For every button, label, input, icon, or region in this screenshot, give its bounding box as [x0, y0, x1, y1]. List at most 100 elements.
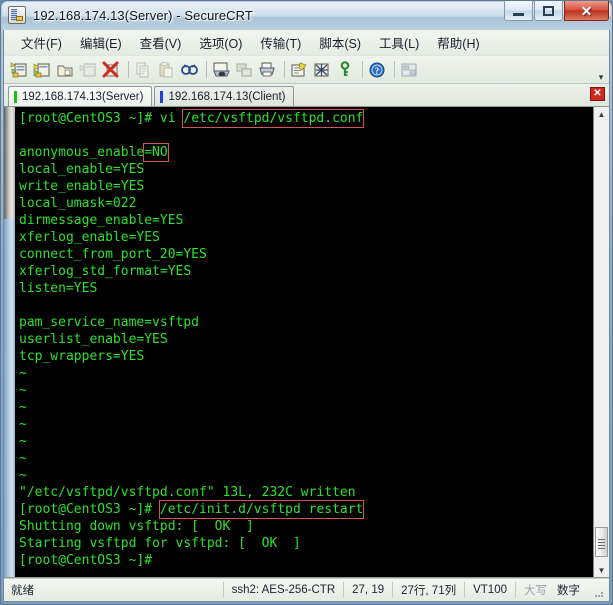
menu-options[interactable]: 选项(O)	[190, 30, 251, 55]
toolbar-separator	[128, 61, 129, 78]
menu-edit[interactable]: 编辑(E)	[71, 30, 131, 55]
terminal-text: ~	[19, 417, 27, 432]
terminal-text: [root@CentOS3 ~]#	[19, 502, 160, 517]
terminal-line: "/etc/vsftpd/vsftpd.conf" 13L, 232C writ…	[19, 484, 593, 501]
scroll-up-arrow-icon[interactable]: ▲	[594, 107, 609, 121]
tab-client[interactable]: 192.168.174.13(Client)	[154, 86, 295, 106]
connect-sftp-icon[interactable]	[32, 59, 53, 80]
find-icon[interactable]	[179, 59, 200, 80]
terminal-text: [root@CentOS3 ~]#	[19, 553, 153, 568]
terminal-line: local_umask=022	[19, 195, 593, 212]
terminal-line: ~	[19, 433, 593, 450]
terminal-text: xferlog_enable=YES	[19, 230, 160, 245]
status-ready: 就绪	[11, 585, 34, 597]
svg-text:?: ?	[375, 66, 380, 76]
title-bar[interactable]: 192.168.174.13(Server) - SecureCRT ✕	[0, 0, 613, 30]
status-num-lock: 数字	[557, 585, 580, 597]
menu-file[interactable]: 文件(F)	[12, 30, 71, 55]
terminal-text: [root@CentOS3 ~]# vi	[19, 111, 184, 126]
terminal-scrollbar-right[interactable]: ▲ ▼	[593, 107, 609, 577]
session-options-icon[interactable]	[289, 59, 310, 80]
terminal-line: ~	[19, 365, 593, 382]
disconnect-icon[interactable]	[101, 59, 122, 80]
terminal-line: [root@CentOS3 ~]#	[19, 552, 593, 569]
client-area: 文件(F) 编辑(E) 查看(V) 选项(O) 传输(T) 脚本(S) 工具(L…	[3, 30, 610, 602]
terminal-area: [root@CentOS3 ~]# vi /etc/vsftpd/vsftpd.…	[4, 107, 609, 578]
terminal-line: [root@CentOS3 ~]# /etc/init.d/vsftpd res…	[19, 500, 593, 519]
menu-transfer[interactable]: 传输(T)	[251, 30, 310, 55]
terminal-line: Starting vsftpd for vsftpd: [ OK ]	[19, 535, 593, 552]
terminal-text: ~	[19, 451, 27, 466]
tile-windows-icon[interactable]	[399, 59, 420, 80]
print-screen-icon[interactable]	[211, 59, 232, 80]
scrollbar-thumb[interactable]	[4, 107, 15, 219]
terminal-text: anonymous_enable	[19, 145, 145, 160]
toolbar-separator	[362, 61, 363, 78]
menu-tools[interactable]: 工具(L)	[370, 30, 428, 55]
close-tab-button[interactable]: ✕	[590, 87, 605, 101]
minimize-button[interactable]	[504, 1, 533, 21]
reconnect-icon[interactable]	[78, 59, 99, 80]
terminal-scrollbar-left[interactable]	[4, 107, 15, 577]
toolbar: ? ▾	[4, 56, 609, 84]
terminal-line: ~	[19, 467, 593, 484]
terminal-output[interactable]: [root@CentOS3 ~]# vi /etc/vsftpd/vsftpd.…	[15, 107, 593, 577]
terminal-text: userlist_enable=YES	[19, 332, 168, 347]
terminal-line: connect_from_port_20=YES	[19, 246, 593, 263]
terminal-line: local_enable=YES	[19, 161, 593, 178]
terminal-line: anonymous_enable=NO	[19, 143, 593, 162]
terminal-line: listen=YES	[19, 280, 593, 297]
menu-help[interactable]: 帮助(H)	[428, 30, 488, 55]
terminal-text: Starting vsftpd for vsftpd: [ OK ]	[19, 536, 301, 551]
clone-session-icon[interactable]	[55, 59, 76, 80]
print-icon[interactable]	[257, 59, 278, 80]
toolbar-separator	[394, 61, 395, 78]
new-session-icon[interactable]	[9, 59, 30, 80]
copy-icon[interactable]	[133, 59, 154, 80]
help-icon[interactable]: ?	[367, 59, 388, 80]
scroll-down-arrow-icon[interactable]: ▼	[594, 563, 609, 577]
toggle-chat-icon[interactable]	[312, 59, 333, 80]
maximize-button[interactable]	[534, 1, 563, 21]
close-icon: ✕	[580, 2, 593, 19]
terminal-text: ~	[19, 434, 27, 449]
terminal-line: pam_service_name=vsftpd	[19, 314, 593, 331]
terminal-text: connect_from_port_20=YES	[19, 247, 207, 262]
terminal-text: dirmessage_enable=YES	[19, 213, 184, 228]
terminal-text: write_enable=YES	[19, 179, 145, 194]
tab-status-indicator-connected	[160, 90, 164, 103]
paste-icon[interactable]	[156, 59, 177, 80]
scrollbar-thumb[interactable]	[595, 527, 608, 557]
terminal-line: userlist_enable=YES	[19, 331, 593, 348]
menu-view[interactable]: 查看(V)	[131, 30, 191, 55]
terminal-text: ~	[19, 400, 27, 415]
tab-label: 192.168.174.13(Server)	[22, 90, 144, 103]
tab-bar: 192.168.174.13(Server) 192.168.174.13(Cl…	[4, 84, 609, 107]
window-title: 192.168.174.13(Server) - SecureCRT	[33, 7, 253, 23]
tab-server[interactable]: 192.168.174.13(Server)	[8, 86, 153, 106]
toolbar-separator	[284, 61, 285, 78]
terminal-line: ~	[19, 416, 593, 433]
securecrt-app-icon	[8, 6, 26, 24]
terminal-text: ~	[19, 468, 27, 483]
menu-script[interactable]: 脚本(S)	[310, 30, 370, 55]
scrollbar-trough[interactable]	[4, 219, 15, 577]
terminal-line: ~	[19, 399, 593, 416]
minimize-icon	[513, 12, 524, 16]
close-button[interactable]: ✕	[564, 1, 609, 21]
log-session-icon[interactable]	[234, 59, 255, 80]
status-bar: 就绪 ssh2: AES-256-CTR 27, 19 27行, 71列 VT1…	[4, 578, 609, 601]
status-cipher: ssh2: AES-256-CTR	[222, 582, 344, 598]
terminal-highlight-box: /etc/vsftpd/vsftpd.conf	[182, 109, 365, 128]
terminal-highlight-box: =NO	[143, 143, 169, 162]
terminal-line: dirmessage_enable=YES	[19, 212, 593, 229]
terminal-line: Shutting down vsftpd: [ OK ]	[19, 518, 593, 535]
toolbar-separator	[206, 61, 207, 78]
terminal-text: "/etc/vsftpd/vsftpd.conf" 13L, 232C writ…	[19, 485, 356, 500]
toolbar-overflow-button[interactable]: ▾	[596, 73, 606, 82]
window-controls: ✕	[504, 1, 609, 21]
resize-grip[interactable]	[592, 583, 606, 597]
key-icon[interactable]	[335, 59, 356, 80]
